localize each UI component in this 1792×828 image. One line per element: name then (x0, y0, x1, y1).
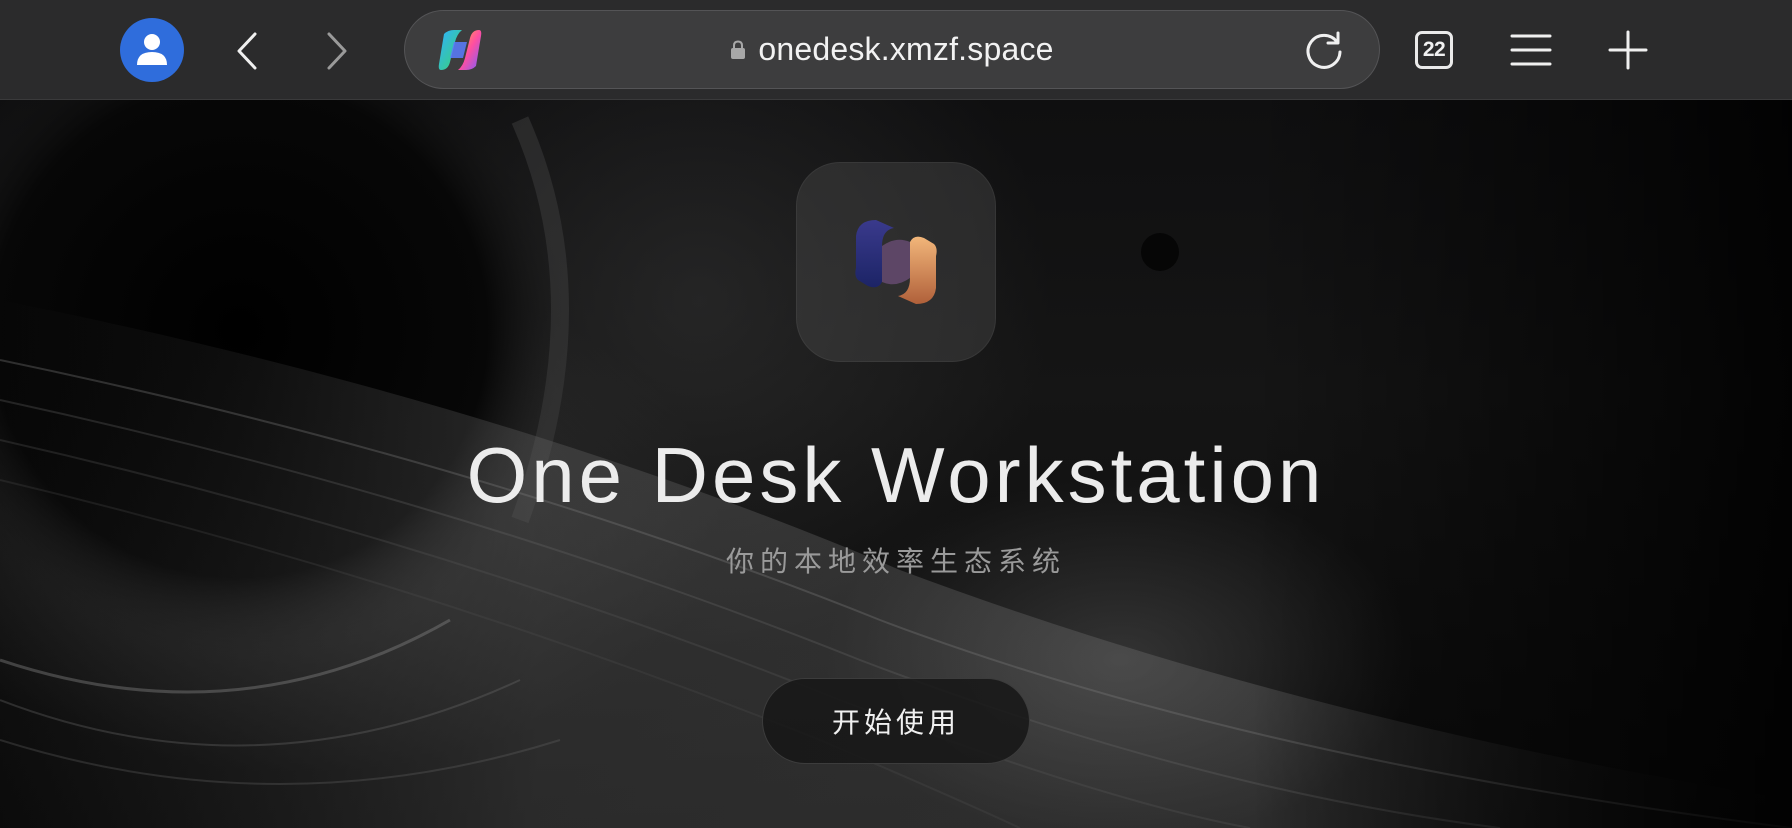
new-tab-button[interactable] (1604, 26, 1652, 74)
plus-icon (1608, 30, 1648, 70)
browser-toolbar: onedesk.xmzf.space 22 (0, 0, 1792, 100)
tabs-button[interactable]: 22 (1412, 28, 1456, 72)
chevron-left-icon (237, 32, 257, 70)
address-bar[interactable]: onedesk.xmzf.space (404, 10, 1380, 89)
lock-icon (731, 39, 746, 59)
copilot-button[interactable] (435, 27, 485, 73)
page-subtitle: 你的本地效率生态系统 (725, 546, 1066, 577)
back-button[interactable] (222, 26, 272, 76)
chevron-right-icon (327, 32, 347, 70)
profile-avatar-button[interactable] (120, 18, 184, 82)
copilot-icon (438, 30, 482, 70)
tab-count: 22 (1422, 38, 1446, 61)
reload-icon (1306, 31, 1342, 69)
landing-page: One Desk Workstation 你的本地效率生态系统 开始使用 (0, 100, 1792, 828)
app-logo-tile (796, 162, 996, 362)
url-text[interactable]: onedesk.xmzf.space (758, 31, 1053, 68)
person-icon (137, 34, 167, 65)
forward-button[interactable] (312, 26, 362, 76)
get-started-button[interactable]: 开始使用 (762, 678, 1030, 764)
tabs-icon: 22 (1415, 31, 1453, 69)
hamburger-menu-icon (1510, 34, 1552, 66)
one-desk-logo-icon (855, 220, 937, 304)
page-title: One Desk Workstation (466, 431, 1326, 519)
reload-button[interactable] (1301, 28, 1347, 74)
menu-button[interactable] (1508, 28, 1554, 72)
